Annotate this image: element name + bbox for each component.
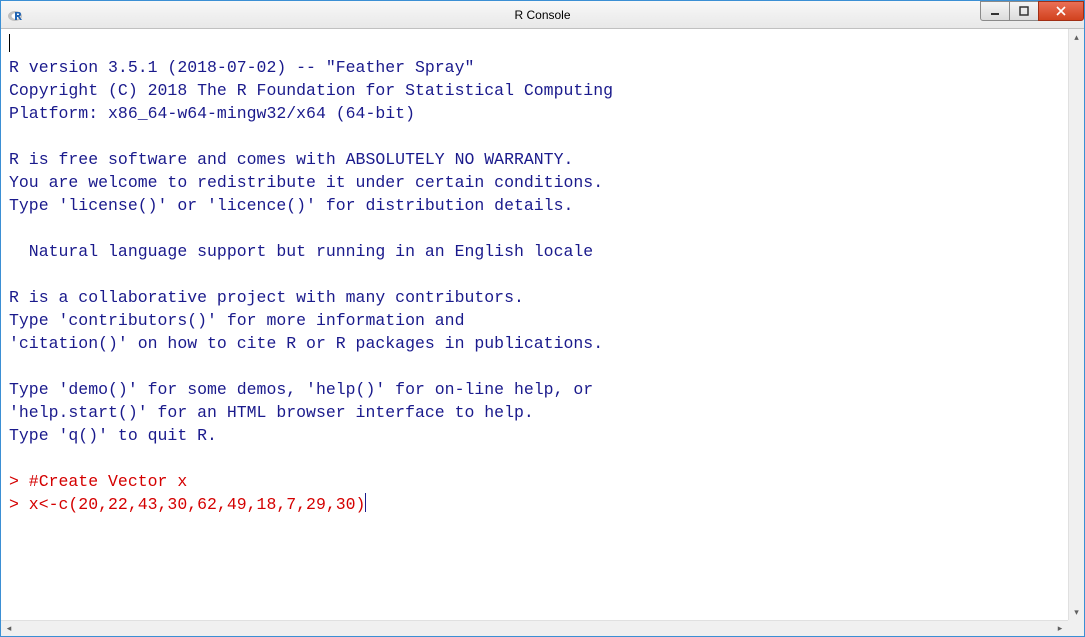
startup-line-12: Type 'contributors()' for more informati… — [9, 311, 464, 330]
close-button[interactable] — [1038, 1, 1084, 21]
startup-line-17: Type 'q()' to quit R. — [9, 426, 217, 445]
startup-line-16: 'help.start()' for an HTML browser inter… — [9, 403, 534, 422]
startup-line-5: R is free software and comes with ABSOLU… — [9, 150, 573, 169]
scroll-down-icon[interactable]: ▾ — [1069, 604, 1084, 620]
input-line-0: > #Create Vector x — [9, 472, 187, 491]
text-cursor-top — [9, 34, 10, 52]
startup-line-15: Type 'demo()' for some demos, 'help()' f… — [9, 380, 593, 399]
startup-line-3: Platform: x86_64-w64-mingw32/x64 (64-bit… — [9, 104, 415, 123]
scroll-up-icon[interactable]: ▴ — [1069, 29, 1084, 45]
startup-line-6: You are welcome to redistribute it under… — [9, 173, 603, 192]
titlebar[interactable]: R Console — [1, 1, 1084, 29]
startup-line-1: R version 3.5.1 (2018-07-02) -- "Feather… — [9, 58, 474, 77]
input-line-1: > x<-c(20,22,43,30,62,49,18,7,29,30) — [9, 495, 365, 514]
scroll-right-icon[interactable]: ▸ — [1052, 621, 1068, 636]
startup-line-7: Type 'license()' or 'licence()' for dist… — [9, 196, 573, 215]
vertical-scrollbar[interactable]: ▴ ▾ — [1068, 29, 1084, 620]
startup-line-9: Natural language support but running in … — [9, 242, 593, 261]
startup-line-11: R is a collaborative project with many c… — [9, 288, 524, 307]
window-title: R Console — [514, 8, 570, 22]
horizontal-scrollbar[interactable]: ◂ ▸ — [1, 620, 1068, 636]
maximize-button[interactable] — [1009, 1, 1039, 21]
r-app-icon — [7, 7, 23, 23]
console-output[interactable]: R version 3.5.1 (2018-07-02) -- "Feather… — [1, 29, 1068, 620]
window-controls — [981, 1, 1084, 21]
scrollbar-corner — [1068, 620, 1084, 636]
text-cursor — [365, 493, 366, 512]
scroll-left-icon[interactable]: ◂ — [1, 621, 17, 636]
r-console-window: R Console R version 3.5.1 (2018-07-02) -… — [0, 0, 1085, 637]
minimize-button[interactable] — [980, 1, 1010, 21]
startup-line-13: 'citation()' on how to cite R or R packa… — [9, 334, 603, 353]
startup-line-2: Copyright (C) 2018 The R Foundation for … — [9, 81, 613, 100]
content-area: R version 3.5.1 (2018-07-02) -- "Feather… — [1, 29, 1084, 636]
